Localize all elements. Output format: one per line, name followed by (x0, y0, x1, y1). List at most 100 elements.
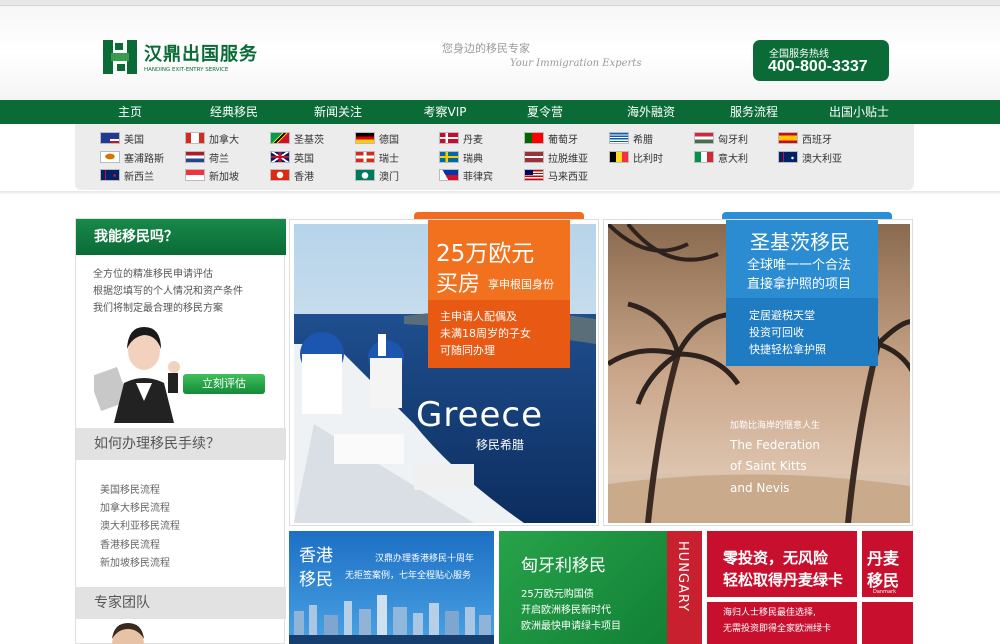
process-link-hong-kong[interactable]: 香港移民流程 (100, 536, 160, 551)
country-canada[interactable]: 加拿大 (185, 130, 239, 146)
denmark-cross-v (857, 531, 862, 644)
greece-house: 买房 (436, 272, 481, 297)
sidebar-title: 我能移民吗？ (76, 219, 286, 255)
country-malaysia[interactable]: 马来西亚 (524, 167, 588, 183)
country-portugal[interactable]: 葡萄牙 (524, 130, 578, 146)
country-spain[interactable]: 西班牙 (778, 130, 832, 146)
hong-kong-flag-icon (270, 169, 290, 181)
nav-item-travel-tips[interactable]: 出国小贴士 (824, 100, 894, 124)
denmark-badge-en: Danmark (873, 589, 896, 595)
process-link-canada[interactable]: 加拿大移民流程 (100, 499, 170, 514)
nav-item-summer-camp[interactable]: 夏令营 (520, 100, 570, 124)
nav-item-vip-tour[interactable]: 考察VIP (415, 100, 475, 124)
greece-banner[interactable]: 25万欧元 买房 享申根国身份 主申请人配偶及 未满18周岁的子女 可随同办理 … (289, 219, 599, 526)
macau-flag-icon (355, 169, 375, 181)
sidebar-line: 根据您填写的个人情况和资产条件 (93, 286, 243, 297)
italy-flag-icon (694, 151, 714, 163)
country-germany[interactable]: 德国 (355, 130, 399, 146)
hotline-box: 全国服务热线 400-800-3337 (753, 40, 889, 81)
stkitts-title: 圣基茨移民 (750, 230, 850, 254)
country-usa[interactable]: 美国 (100, 130, 144, 146)
denmark-banner[interactable]: 零投资，无风险 轻松取得丹麦绿卡 丹麦 移民 Danmark 海归人士移民最佳选… (707, 531, 913, 644)
greece-price: 25万欧元 (436, 241, 535, 267)
stkitts-en-line: and Nevis (730, 481, 790, 495)
hungary-line: 开启欧洲移民新时代 (521, 605, 611, 616)
country-label: 德国 (379, 134, 399, 146)
country-label: 瑞士 (379, 153, 399, 165)
consultant-photo (94, 327, 180, 423)
process-link-usa[interactable]: 美国移民流程 (100, 481, 160, 496)
hungary-line: 25万欧元购国债 (521, 589, 594, 600)
hungary-title: 匈牙利移民 (521, 556, 606, 576)
site-logo[interactable]: 汉鼎出国服务 HANDING EXIT-ENTRY SERVICE (103, 40, 273, 80)
country-macau[interactable]: 澳门 (355, 167, 399, 183)
country-hong-kong[interactable]: 香港 (270, 167, 314, 183)
hungary-banner[interactable]: 匈牙利移民 HUNGARY 25万欧元购国债 开启欧洲移民新时代 欧洲最快申请绿… (499, 531, 702, 644)
stkitts-banner[interactable]: 圣基茨移民 全球唯一一个合法 直接拿护照的项目 定居避税天堂 投资可回收 快捷轻… (603, 219, 913, 526)
netherlands-flag-icon (185, 151, 205, 163)
nav-item-overseas-finance[interactable]: 海外融资 (621, 100, 681, 124)
nav-item-classic-immigration[interactable]: 经典移民 (204, 100, 264, 124)
stkitts-line2: 直接拿护照的项目 (747, 277, 852, 292)
country-label: 新西兰 (124, 171, 154, 183)
country-label: 香港 (294, 171, 314, 183)
denmark-badge1: 丹麦 (867, 549, 900, 568)
country-label: 马来西亚 (548, 171, 588, 183)
greece-line: 未满18周岁的子女 (440, 327, 531, 340)
denmark-note2: 无需投资即得全家欧洲绿卡 (723, 624, 832, 634)
team-section-title: 专家团队 (76, 587, 286, 619)
denmark-cross-h (707, 597, 913, 602)
stkitts-en-line: The Federation (730, 438, 821, 452)
process-link-australia[interactable]: 澳大利亚移民流程 (100, 517, 180, 532)
nav-item-home[interactable]: 主页 (110, 100, 150, 124)
country-label: 意大利 (718, 153, 748, 165)
greece-house-sub: 享申根国身份 (488, 278, 554, 291)
country-denmark[interactable]: 丹麦 (439, 130, 483, 146)
hungary-flag-icon (694, 132, 714, 144)
evaluate-now-button[interactable]: 立刻评估 (183, 374, 265, 394)
country-label: 丹麦 (463, 134, 483, 146)
denmark-flag-icon (439, 132, 459, 144)
greece-subtitle: 移民希腊 (476, 438, 525, 452)
logo-english: HANDING EXIT-ENTRY SERVICE (144, 67, 229, 73)
denmark-badge2: 移民 (867, 571, 900, 590)
nav-item-news[interactable]: 新闻关注 (308, 100, 368, 124)
country-italy[interactable]: 意大利 (694, 149, 748, 165)
country-greece[interactable]: 希腊 (609, 130, 653, 146)
country-label: 比利时 (633, 153, 663, 165)
country-singapore[interactable]: 新加坡 (185, 167, 239, 183)
country-label: 圣基茨 (294, 134, 324, 146)
country-netherlands[interactable]: 荷兰 (185, 149, 229, 165)
denmark-note1: 海归人士移民最佳选择, (723, 608, 816, 618)
hongkong-banner[interactable]: 香港 移民 汉鼎办理香港移民十周年 无拒签案例，七年全程贴心服务 (289, 531, 494, 644)
country-uk[interactable]: 英国 (270, 149, 314, 165)
country-label: 菲律宾 (463, 171, 493, 183)
country-belgium[interactable]: 比利时 (609, 149, 663, 165)
new-zealand-flag-icon (100, 169, 120, 181)
hongkong-title-1: 香港 (299, 546, 333, 566)
nav-item-service-process[interactable]: 服务流程 (724, 100, 784, 124)
country-latvia[interactable]: 拉脱维亚 (524, 149, 588, 165)
country-switzerland[interactable]: 瑞士 (355, 149, 399, 165)
country-label: 拉脱维亚 (548, 153, 588, 165)
stkitts-point: 快捷轻松拿护照 (749, 343, 826, 356)
usa-flag-icon (100, 132, 120, 144)
uk-flag-icon (270, 151, 290, 163)
process-link-singapore[interactable]: 新加坡移民流程 (100, 554, 170, 569)
logo-name: 汉鼎出国服务 (144, 44, 258, 65)
country-label: 荷兰 (209, 153, 229, 165)
hotline-number[interactable]: 400-800-3337 (768, 58, 868, 76)
greece-big-title: Greece (416, 395, 544, 435)
country-label: 葡萄牙 (548, 134, 578, 146)
sidebar-line: 全方位的精准移民申请评估 (93, 269, 213, 280)
country-new-zealand[interactable]: 新西兰 (100, 167, 154, 183)
country-australia[interactable]: 澳大利亚 (778, 149, 842, 165)
country-st-kitts[interactable]: 圣基茨 (270, 130, 324, 146)
country-philippines[interactable]: 菲律宾 (439, 167, 493, 183)
country-panel: 美国 加拿大 圣基茨 德国 丹麦 葡萄牙 希腊 匈牙利 西班牙 塞浦路斯 荷兰 … (75, 124, 914, 190)
country-label: 希腊 (633, 134, 653, 146)
country-cyprus[interactable]: 塞浦路斯 (100, 149, 164, 165)
country-sweden[interactable]: 瑞典 (439, 149, 483, 165)
slogan-chinese: 您身边的移民专家 (442, 42, 530, 55)
country-hungary[interactable]: 匈牙利 (694, 130, 748, 146)
